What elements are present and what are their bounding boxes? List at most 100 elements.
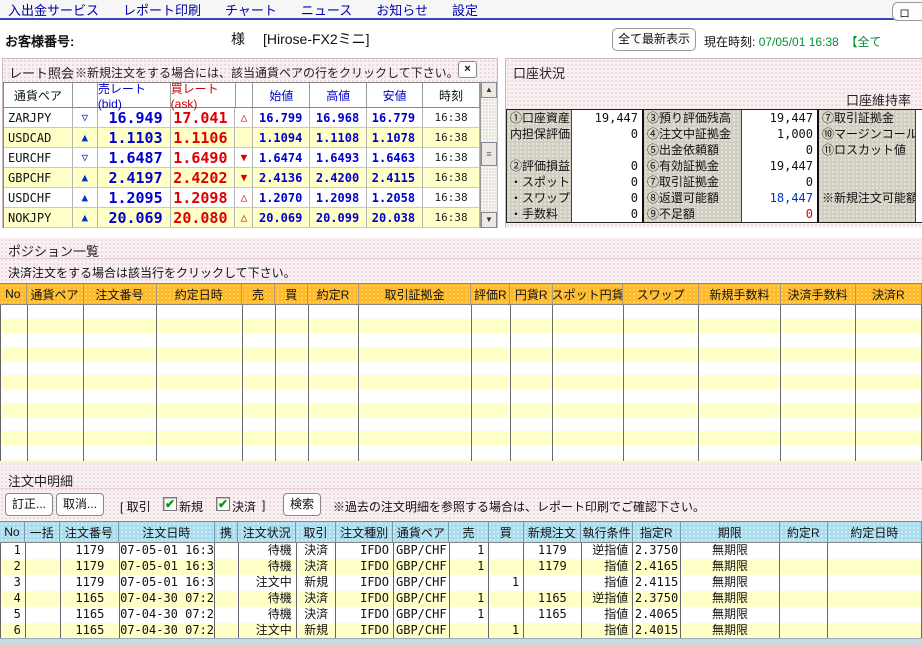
checkbox-new-label: 新規 (179, 500, 204, 514)
account-column-5: ⑦取引証拠金⑩マージンコール値⑪ロスカット値 ※新規注文可能額 (819, 110, 916, 222)
time-value: 16:38 (423, 108, 480, 128)
position-cell-empty (359, 403, 472, 417)
rate-row-ZARJPY[interactable]: ZARJPY ▽ 16.949 17.041 △ 16.799 16.968 16.779 16… (4, 108, 480, 128)
edit-order-button[interactable]: 訂正... (5, 493, 54, 516)
position-cell-empty (309, 403, 360, 417)
time-value: 16:38 (423, 128, 480, 148)
order-row[interactable]: 5 1165 07-04-30 07:26 待機 決済 IFDO GBP/CHF 1 1165 指… (1, 607, 922, 623)
position-cell-empty (243, 389, 276, 403)
position-cell-empty (553, 305, 624, 319)
position-row-empty (1, 305, 922, 319)
position-cell-empty (309, 389, 360, 403)
order-kind: IFDO (336, 591, 395, 607)
account-value: 1,000 (742, 126, 817, 142)
position-cell-empty (28, 417, 85, 431)
order-kind: IFDO (336, 543, 395, 559)
rate-row-EURCHF[interactable]: EURCHF ▽ 1.6487 1.6490 ▼ 1.6474 1.6493 1.6463 16… (4, 148, 480, 168)
open-value: 1.2070 (253, 188, 311, 208)
account-label: 内担保評価 (507, 126, 571, 142)
position-cell-empty (1, 431, 28, 445)
account-value: 0 (572, 174, 642, 190)
position-cell-empty (699, 361, 781, 375)
position-cell-empty (28, 403, 85, 417)
cancel-order-button[interactable]: 取消... (56, 493, 105, 516)
position-cell-empty (624, 403, 700, 417)
specified-rate: 2.4165 (633, 559, 681, 575)
account-value (916, 206, 922, 222)
position-cell-empty (276, 319, 309, 333)
position-cell-empty (1, 319, 28, 333)
expiry: 無期限 (681, 559, 781, 575)
menu-item-2[interactable]: レポート印刷 (123, 0, 201, 19)
account-value: 0 (572, 158, 642, 174)
checkbox-close-orders[interactable]: ✔ (216, 497, 230, 511)
rate-table-body: ZARJPY ▽ 16.949 17.041 △ 16.799 16.968 16.779 16… (4, 108, 480, 228)
refresh-all-button[interactable]: 全て最新表示 (612, 28, 696, 51)
position-cell-empty (472, 445, 511, 459)
position-cell-empty (157, 333, 243, 347)
search-button[interactable]: 検索 (283, 493, 321, 516)
rate-row-NOKJPY[interactable]: NOKJPY ▲ 20.069 20.080 △ 20.069 20.099 20.038 16… (4, 208, 480, 228)
low-value: 1.6463 (367, 148, 424, 168)
row-no: 3 (1, 575, 26, 591)
filled-datetime (828, 591, 922, 607)
rate-row-USDCHF[interactable]: USDCHF ▲ 1.2095 1.2098 △ 1.2070 1.2098 1.2058 16… (4, 188, 480, 208)
account-value (916, 158, 922, 174)
scroll-down-icon[interactable]: ▼ (481, 212, 497, 228)
menu-item-1[interactable]: 入出金サービス (8, 0, 99, 19)
horizontal-scrollbar[interactable] (0, 638, 922, 645)
ask-arrow-icon: △ (235, 208, 254, 228)
rate-inquiry-panel: レート照会 ※新規注文をする場合には、該当通貨ペアの行をクリックして下さい。 ×… (2, 58, 498, 228)
order-row[interactable]: 6 1165 07-04-30 07:26 注文中 新規 IFDO GBP/CHF 1 指値 2.… (1, 623, 922, 639)
menu-item-5[interactable]: お知らせ (376, 0, 428, 19)
position-cell-empty (553, 431, 624, 445)
account-label (819, 158, 915, 174)
open-value: 1.1094 (253, 128, 311, 148)
order-datetime: 07-04-30 07:26 (120, 623, 216, 639)
position-cell-empty (781, 361, 856, 375)
menu-item-6[interactable]: 設定 (452, 0, 478, 19)
rate-col-header: 時刻 (423, 83, 480, 108)
rate-row-USDCAD[interactable]: USDCAD ▲ 1.1103 1.1106 1.1094 1.1108 1.1078 16:… (4, 128, 480, 148)
bid-arrow-icon: ▲ (72, 208, 98, 228)
filled-rate (780, 559, 828, 575)
order-status: 待機 (239, 607, 297, 623)
scrollbar-thumb[interactable]: ≡ (481, 142, 497, 166)
order-row[interactable]: 1 1179 07-05-01 16:38 待機 決済 IFDO GBP/CHF 1 1179 逆… (1, 543, 922, 559)
menu-item-3[interactable]: チャート (225, 0, 277, 19)
order-datetime: 07-05-01 16:38 (120, 543, 216, 559)
position-cell-empty (624, 417, 700, 431)
positions-col-header: 約定R (308, 284, 359, 304)
rate-row-GBPCHF[interactable]: GBPCHF ▲ 2.4197 2.4202 ▼ 2.4136 2.4200 2.4115 16… (4, 168, 480, 188)
bid-arrow-icon: ▲ (72, 128, 98, 148)
position-cell-empty (243, 459, 276, 461)
order-number: 1165 (61, 607, 121, 623)
orders-col-header: 取引 (296, 522, 336, 542)
positions-col-header: 決済R (856, 284, 922, 304)
order-row[interactable]: 4 1165 07-04-30 07:26 待機 決済 IFDO GBP/CHF 1 1165 逆… (1, 591, 922, 607)
position-cell-empty (309, 445, 360, 459)
positions-col-header: 円貨R (510, 284, 554, 304)
bid-rate: 1.1103 (97, 128, 171, 148)
order-row[interactable]: 3 1179 07-05-01 16:38 注文中 新規 IFDO GBP/CHF 1 指値 2.… (1, 575, 922, 591)
position-cell-empty (624, 375, 700, 389)
position-cell-empty (1, 445, 28, 459)
close-icon[interactable]: × (458, 61, 477, 78)
position-cell-empty (472, 319, 511, 333)
trade-type: 決済 (297, 543, 337, 559)
order-status: 待機 (239, 559, 297, 575)
position-cell-empty (472, 431, 511, 445)
rate-scrollbar[interactable]: ▲ ≡ ▼ (480, 82, 497, 228)
ask-rate: 1.2098 (170, 188, 236, 208)
scroll-up-icon[interactable]: ▲ (481, 82, 497, 98)
position-cell-empty (276, 445, 309, 459)
checkbox-new-orders[interactable]: ✔ (163, 497, 177, 511)
logout-button[interactable]: ロ (892, 2, 922, 21)
trade-type: 新規 (297, 623, 337, 639)
position-cell-empty (699, 389, 781, 403)
menu-item-4[interactable]: ニュース (301, 0, 352, 19)
row-no: 6 (1, 623, 26, 639)
pair-name: USDCAD (4, 128, 73, 148)
account-value: 0 (572, 190, 642, 206)
order-row[interactable]: 2 1179 07-05-01 16:38 待機 決済 IFDO GBP/CHF 1 1179 指… (1, 559, 922, 575)
